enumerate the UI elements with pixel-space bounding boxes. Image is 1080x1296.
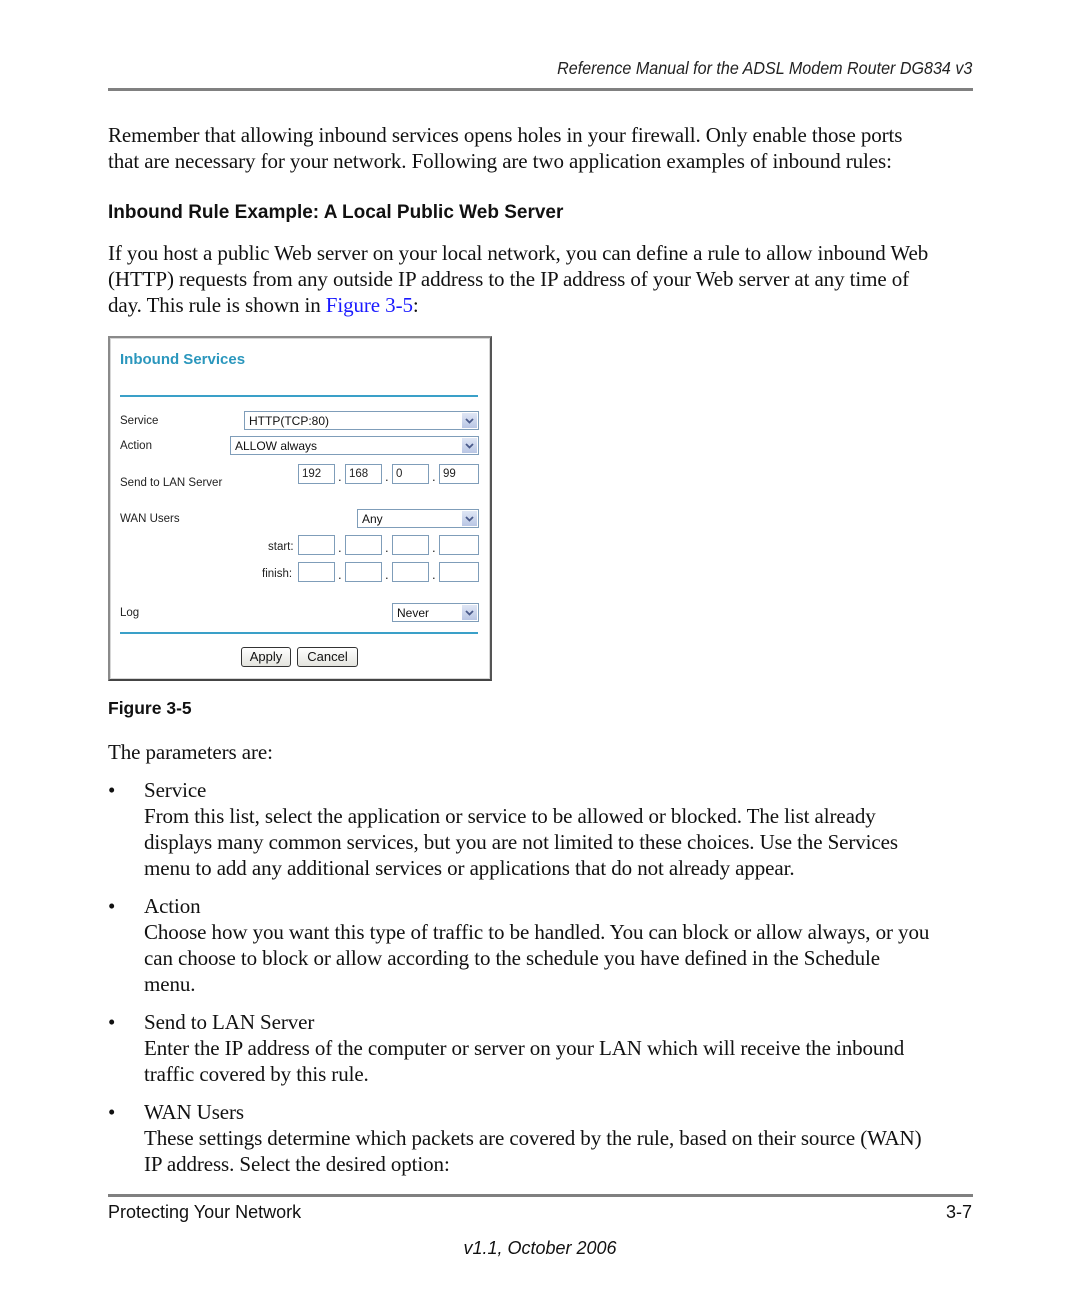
bottom-divider [120,632,478,634]
start-label: start: [268,541,294,553]
cancel-button[interactable]: Cancel [297,647,358,667]
bullet: • [108,778,116,802]
bullet: • [108,1100,116,1124]
finish-ip-octet-3[interactable] [392,562,429,582]
section-paragraph: If you host a public Web server on your … [108,240,928,318]
lan-ip-octet-2[interactable]: 168 [345,464,382,484]
lan-server-label: Send to LAN Server [120,477,223,489]
start-ip-octet-1[interactable] [298,535,335,555]
param-title: Action [144,894,201,918]
footer-section: Protecting Your Network [108,1202,302,1222]
params-intro: The parameters are: [108,740,273,764]
service-select[interactable]: HTTP(TCP:80) [244,411,479,430]
param-item-action: Action Choose how you want this type of … [144,893,979,997]
chevron-down-icon [462,605,477,620]
log-label: Log [120,607,140,619]
title-divider [120,395,478,397]
action-label: Action [120,440,152,452]
log-select[interactable]: Never [392,603,479,622]
lan-ip-octet-3[interactable]: 0 [392,464,429,484]
section-line: (HTTP) requests from any outside IP addr… [108,267,910,291]
section-line: If you host a public Web server on your … [108,241,929,265]
intro-paragraph: Remember that allowing inbound services … [108,122,902,174]
inbound-services-screenshot: Inbound Services Service HTTP(TCP:80) Ac… [108,336,492,681]
param-title: WAN Users [144,1100,244,1124]
param-title: Send to LAN Server [144,1010,315,1034]
page-number: 3-7 [945,1202,972,1222]
footer-rule [108,1194,973,1197]
intro-line: Remember that allowing inbound services … [108,123,903,147]
finish-ip-octet-2[interactable] [345,562,382,582]
service-label: Service [120,415,159,427]
bullet: • [108,894,116,918]
figure-link[interactable]: Figure 3-5 [326,293,413,317]
version-label: v1.1, October 2006 [463,1238,617,1258]
lan-ip-octet-4[interactable]: 99 [439,464,479,484]
finish-ip-octet-1[interactable] [298,562,335,582]
intro-line: that are necessary for your network. Fol… [108,149,892,173]
finish-label: finish: [262,568,293,580]
wan-users-label: WAN Users [120,513,180,525]
param-item-service: Service From this list, select the appli… [144,777,979,881]
start-ip-octet-4[interactable] [439,535,479,555]
action-select[interactable]: ALLOW always [230,436,479,455]
apply-button[interactable]: Apply [241,647,291,667]
section-line: day. This rule is shown in Figure 3-5: [108,293,419,317]
running-header: Reference Manual for the ADSL Modem Rout… [556,58,972,78]
figure-caption: Figure 3-5 [108,698,192,718]
lan-ip-octet-1[interactable]: 192 [298,464,335,484]
bullet: • [108,1010,116,1034]
param-item-wan-users: WAN Users These settings determine which… [144,1099,979,1177]
section-heading: Inbound Rule Example: A Local Public Web… [108,202,564,223]
finish-ip-octet-4[interactable] [439,562,479,582]
start-ip-octet-2[interactable] [345,535,382,555]
chevron-down-icon [462,438,477,453]
chevron-down-icon [462,511,477,526]
chevron-down-icon [462,413,477,428]
start-ip-octet-3[interactable] [392,535,429,555]
inbound-services-title: Inbound Services [120,351,246,368]
param-title: Service [144,778,207,802]
wan-users-select[interactable]: Any [357,509,479,528]
param-item-lan-server: Send to LAN Server Enter the IP address … [144,1009,979,1087]
header-rule [108,88,973,91]
